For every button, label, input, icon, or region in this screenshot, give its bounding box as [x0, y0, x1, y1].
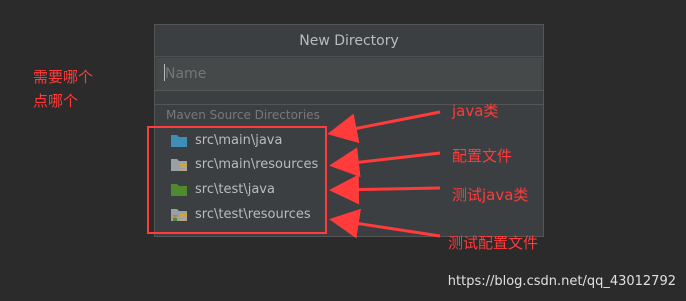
watermark: https://blog.csdn.net/qq_43012792 [447, 274, 676, 289]
arrow [329, 174, 441, 205]
arrow [329, 147, 441, 178]
arrow [329, 208, 441, 239]
arrow [327, 110, 441, 144]
annotation-arrows [327, 110, 441, 239]
